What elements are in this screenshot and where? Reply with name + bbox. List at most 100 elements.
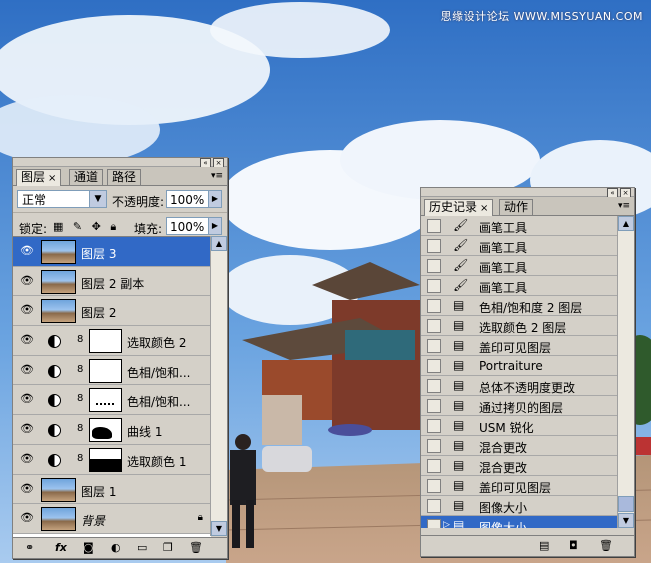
adjustment-icon[interactable]: ◐: [111, 541, 121, 554]
history-item[interactable]: 🖌︎ 画笔工具: [421, 216, 618, 236]
chain-icon[interactable]: 8: [77, 334, 83, 345]
history-brush-source-checkbox[interactable]: [427, 439, 441, 453]
layer-row[interactable]: 👁︎ 8 选取颜色 2: [13, 326, 211, 356]
history-item[interactable]: ▤ 通过拷贝的图层: [421, 396, 618, 416]
mask-icon[interactable]: ◙: [83, 541, 94, 554]
tab-actions[interactable]: 动作: [499, 199, 534, 215]
layer-row[interactable]: 👁︎ 8 曲线 1: [13, 415, 211, 445]
snapshot-icon[interactable]: ◘: [569, 539, 578, 552]
layer-row[interactable]: 👁︎ 图层 2 副本: [13, 266, 211, 297]
layer-thumbnail[interactable]: [41, 299, 76, 324]
layer-mask-thumbnail[interactable]: [89, 358, 122, 383]
layer-mask-thumbnail[interactable]: [89, 447, 122, 472]
scroll-thumb[interactable]: [618, 496, 634, 512]
history-brush-source-checkbox[interactable]: [427, 459, 441, 473]
blend-mode-select[interactable]: 正常 ▼: [17, 190, 107, 208]
tab-channels[interactable]: 通道: [69, 169, 104, 185]
eye-icon[interactable]: 👁︎: [20, 364, 34, 375]
history-item[interactable]: ▤ 选取颜色 2 图层: [421, 316, 618, 336]
chain-icon[interactable]: 8: [77, 423, 83, 434]
link-icon[interactable]: ⚭: [25, 541, 34, 554]
scroll-down-icon[interactable]: ▼: [211, 521, 227, 536]
history-item[interactable]: ▤ USM 锐化: [421, 416, 618, 436]
eye-icon[interactable]: 👁︎: [20, 453, 34, 464]
chain-icon[interactable]: 8: [77, 364, 83, 375]
panel-menu-icon[interactable]: ▾≡: [211, 171, 223, 181]
history-brush-source-checkbox[interactable]: [427, 279, 441, 293]
layer-mask-thumbnail[interactable]: [89, 329, 122, 354]
scroll-up-icon[interactable]: ▲: [618, 216, 634, 231]
history-item[interactable]: ▤ 混合更改: [421, 436, 618, 456]
layer-row[interactable]: 👁︎ 8 色相/饱和...: [13, 355, 211, 386]
history-brush-source-checkbox[interactable]: [427, 219, 441, 233]
eye-icon[interactable]: 👁︎: [20, 275, 34, 286]
eye-icon[interactable]: 👁︎: [20, 334, 34, 345]
history-item[interactable]: ▤ 盖印可见图层: [421, 336, 618, 356]
panel-menu-icon[interactable]: ▾≡: [618, 201, 630, 211]
layer-thumbnail[interactable]: [41, 477, 76, 502]
tab-history[interactable]: 历史记录 ×: [424, 199, 494, 216]
history-scrollbar[interactable]: ▲ ▼: [617, 216, 634, 528]
layer-row[interactable]: 👁︎ 背景 🔒︎: [13, 504, 211, 534]
eye-icon[interactable]: 👁︎: [20, 483, 34, 494]
history-item[interactable]: ▷ ▤ 图像大小: [421, 516, 618, 528]
layer-row[interactable]: 👁︎ 8 选取颜色 1: [13, 444, 211, 475]
layer-mask-thumbnail[interactable]: [89, 418, 122, 443]
fill-field[interactable]: 100% ▶: [166, 217, 222, 235]
history-brush-source-checkbox[interactable]: [427, 399, 441, 413]
layer-row[interactable]: 👁︎ 8 色相/饱和...: [13, 385, 211, 416]
history-titlebar[interactable]: « ×: [421, 188, 634, 198]
chevron-right-icon[interactable]: ▶: [208, 218, 221, 234]
history-item[interactable]: 🖌︎ 画笔工具: [421, 256, 618, 276]
layer-row[interactable]: 👁︎ 图层 3: [13, 237, 211, 267]
lock-options[interactable]: ▦ ✎ ✥ 🔒︎: [53, 220, 119, 234]
layers-scrollbar[interactable]: ▲ ▼: [210, 236, 227, 536]
history-brush-source-checkbox[interactable]: [427, 479, 441, 493]
layer-thumbnail[interactable]: [41, 507, 76, 532]
tab-close-icon[interactable]: ×: [48, 173, 56, 184]
eye-icon[interactable]: 👁︎: [20, 245, 34, 256]
new-layer-icon[interactable]: ❐: [163, 541, 173, 554]
tab-close-icon[interactable]: ×: [480, 203, 488, 214]
scroll-up-icon[interactable]: ▲: [211, 236, 227, 251]
history-item[interactable]: ▤ 图像大小: [421, 496, 618, 516]
history-brush-source-checkbox[interactable]: [427, 519, 441, 528]
history-item[interactable]: 🖌︎ 画笔工具: [421, 276, 618, 296]
chain-icon[interactable]: 8: [77, 453, 83, 464]
layer-thumbnail[interactable]: [41, 269, 76, 294]
fx-icon[interactable]: fx: [55, 541, 67, 554]
history-item[interactable]: ▤ 盖印可见图层: [421, 476, 618, 496]
layer-row[interactable]: 👁︎ 图层 2: [13, 296, 211, 327]
history-brush-source-checkbox[interactable]: [427, 339, 441, 353]
scroll-down-icon[interactable]: ▼: [618, 513, 634, 528]
chevron-right-icon[interactable]: ▶: [208, 191, 221, 207]
history-brush-source-checkbox[interactable]: [427, 299, 441, 313]
chevron-down-icon[interactable]: ▼: [89, 191, 106, 207]
history-item[interactable]: ▤ 混合更改: [421, 456, 618, 476]
layer-thumbnail[interactable]: [41, 240, 76, 264]
new-document-icon[interactable]: ▤: [539, 539, 549, 552]
trash-icon[interactable]: 🗑︎: [599, 539, 613, 552]
tab-layers[interactable]: 图层 ×: [16, 169, 62, 186]
opacity-field[interactable]: 100% ▶: [166, 190, 222, 208]
eye-icon[interactable]: 👁︎: [20, 393, 34, 404]
history-brush-source-checkbox[interactable]: [427, 259, 441, 273]
eye-icon[interactable]: 👁︎: [20, 512, 34, 523]
eye-icon[interactable]: 👁︎: [20, 423, 34, 434]
chain-icon[interactable]: 8: [77, 393, 83, 404]
trash-icon[interactable]: 🗑︎: [189, 541, 203, 554]
folder-icon[interactable]: ▭: [137, 541, 147, 554]
history-brush-source-checkbox[interactable]: [427, 239, 441, 253]
history-item[interactable]: ▤ 总体不透明度更改: [421, 376, 618, 396]
eye-icon[interactable]: 👁︎: [20, 304, 34, 315]
history-brush-source-checkbox[interactable]: [427, 359, 441, 373]
history-brush-source-checkbox[interactable]: [427, 499, 441, 513]
history-brush-source-checkbox[interactable]: [427, 379, 441, 393]
history-item[interactable]: ▤ Portraiture: [421, 356, 618, 376]
history-brush-source-checkbox[interactable]: [427, 319, 441, 333]
history-item[interactable]: 🖌︎ 画笔工具: [421, 236, 618, 256]
layer-mask-thumbnail[interactable]: [89, 388, 122, 413]
layers-titlebar[interactable]: « ×: [13, 158, 227, 168]
history-brush-source-checkbox[interactable]: [427, 419, 441, 433]
history-item[interactable]: ▤ 色相/饱和度 2 图层: [421, 296, 618, 316]
